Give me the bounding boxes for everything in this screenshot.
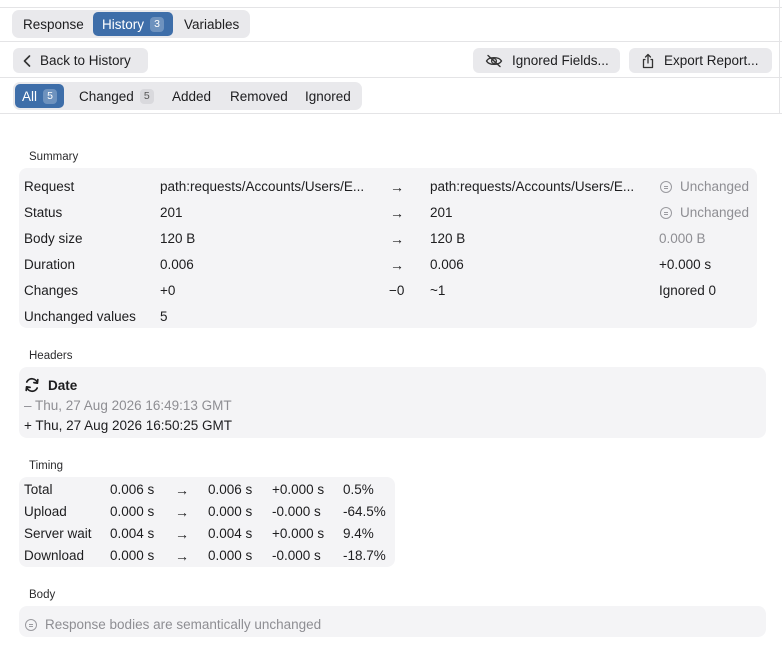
arrow-right-icon: → — [390, 257, 404, 273]
timing-delta: -0.000 s — [272, 504, 321, 519]
filter-tab-removed-label: Removed — [230, 88, 288, 104]
changed-count-badge: 5 — [139, 88, 154, 104]
summary-row-label: Unchanged values — [24, 309, 136, 324]
timing-row-label: Total — [24, 482, 53, 497]
body-title: Body — [29, 589, 56, 601]
timing-row-label: Download — [24, 548, 85, 563]
summary-row-label: Duration — [24, 257, 76, 272]
timing-row-label: Server wait — [24, 526, 92, 541]
equals-circle-icon — [660, 181, 672, 193]
arrow-right-icon: → — [175, 504, 189, 520]
arrow-right-icon: → — [175, 482, 189, 498]
right-divider — [779, 0, 780, 113]
top-tab-bar: Response History 3 Variables — [12, 10, 250, 38]
timing-percent: 9.4% — [343, 526, 374, 541]
summary-row-status: 0.000 B — [659, 231, 706, 246]
tabs-divider — [0, 41, 782, 42]
timing-percent: 0.5% — [343, 482, 374, 497]
filter-tab-added[interactable]: Added — [163, 84, 220, 108]
timing-before: 0.006 s — [110, 482, 155, 497]
history-count-badge: 3 — [150, 16, 165, 32]
summary-row-label: Changes — [24, 283, 79, 298]
timing-delta: +0.000 s — [272, 482, 325, 497]
back-to-history-button[interactable]: Back to History — [13, 48, 148, 73]
timing-percent: -64.5% — [343, 504, 386, 519]
filter-tab-ignored[interactable]: Ignored — [296, 84, 360, 108]
arrow-right-icon: → — [390, 205, 404, 221]
timing-delta: +0.000 s — [272, 526, 325, 541]
export-report-button[interactable]: Export Report... — [629, 48, 772, 73]
arrow-right-icon: → — [390, 179, 404, 195]
timing-after: 0.004 s — [208, 526, 253, 541]
filter-tab-removed[interactable]: Removed — [221, 84, 297, 108]
header-name: Date — [48, 378, 78, 393]
summary-row-left-value: 201 — [160, 205, 183, 220]
export-report-label: Export Report... — [664, 53, 759, 68]
filter-tab-ignored-label: Ignored — [305, 88, 351, 104]
header-new-value: + Thu, 27 Aug 2026 16:50:25 GMT — [24, 418, 233, 433]
summary-row-label: Status — [24, 205, 63, 220]
timing-before: 0.000 s — [110, 504, 155, 519]
timing-after: 0.006 s — [208, 482, 253, 497]
timing-before: 0.000 s — [110, 548, 155, 563]
summary-title: Summary — [29, 151, 79, 163]
filter-tab-changed[interactable]: Changed 5 — [70, 84, 163, 108]
tab-variables-label: Variables — [184, 16, 240, 32]
filter-tab-all[interactable]: All 5 — [15, 84, 65, 108]
summary-row-left-value: 0.006 — [160, 257, 194, 272]
filter-tab-all-label: All — [22, 88, 38, 104]
arrow-right-icon: → — [175, 548, 189, 564]
summary-row-right-value: 0.006 — [430, 257, 464, 272]
body-status-message: Response bodies are semantically unchang… — [45, 617, 322, 632]
timing-before: 0.004 s — [110, 526, 155, 541]
summary-card — [19, 168, 757, 328]
summary-row-left-value: 5 — [160, 309, 168, 324]
refresh-icon — [25, 377, 39, 393]
timing-row-label: Upload — [24, 504, 67, 519]
timing-percent: -18.7% — [343, 548, 386, 563]
summary-row-right-value: 120 B — [430, 231, 466, 246]
tab-variables[interactable]: Variables — [175, 12, 248, 36]
filter-divider — [0, 113, 782, 114]
toolbar-divider — [0, 77, 782, 78]
back-to-history-label: Back to History — [40, 53, 131, 68]
ignored-fields-label: Ignored Fields... — [512, 53, 609, 68]
summary-row-label: Request — [24, 179, 75, 194]
timing-title: Timing — [29, 460, 64, 472]
summary-row-right-value: 201 — [430, 205, 453, 220]
summary-row-left-value: 120 B — [160, 231, 196, 246]
chevron-left-icon — [23, 54, 31, 67]
summary-changed-count: ~1 — [430, 283, 446, 298]
tab-response-label: Response — [23, 16, 84, 32]
timing-after: 0.000 s — [208, 504, 253, 519]
filter-tab-bar: All 5 Changed 5 Added Removed Ignored — [13, 82, 362, 110]
filter-tab-added-label: Added — [172, 88, 212, 104]
top-divider — [0, 7, 782, 8]
summary-row-label: Body size — [24, 231, 83, 246]
eye-slash-icon — [485, 54, 503, 67]
ignored-fields-button[interactable]: Ignored Fields... — [473, 48, 620, 73]
tab-response[interactable]: Response — [14, 12, 93, 36]
summary-row-left-value: +0 — [160, 283, 176, 298]
tab-history-label: History — [102, 16, 145, 32]
filter-tab-changed-label: Changed — [79, 88, 134, 104]
summary-row-left-value: path:requests/Accounts/Users/E... — [160, 179, 365, 194]
headers-title: Headers — [29, 350, 73, 362]
equals-circle-icon — [660, 207, 672, 219]
summary-row-status: Unchanged — [680, 205, 750, 220]
arrow-right-icon: → — [390, 231, 404, 247]
summary-row-status: +0.000 s — [659, 257, 712, 272]
all-count-badge: 5 — [43, 88, 58, 104]
timing-after: 0.000 s — [208, 548, 253, 563]
summary-row-status: Unchanged — [680, 179, 750, 194]
timing-delta: -0.000 s — [272, 548, 321, 563]
summary-removed-count: −0 — [389, 283, 405, 298]
equals-circle-icon — [25, 619, 37, 631]
summary-row-status: Ignored 0 — [659, 283, 717, 298]
header-old-value: – Thu, 27 Aug 2026 16:49:13 GMT — [24, 398, 232, 413]
share-icon — [642, 53, 654, 68]
summary-row-right-value: path:requests/Accounts/Users/E... — [430, 179, 635, 194]
arrow-right-icon: → — [175, 526, 189, 542]
tab-history[interactable]: History 3 — [93, 12, 174, 36]
